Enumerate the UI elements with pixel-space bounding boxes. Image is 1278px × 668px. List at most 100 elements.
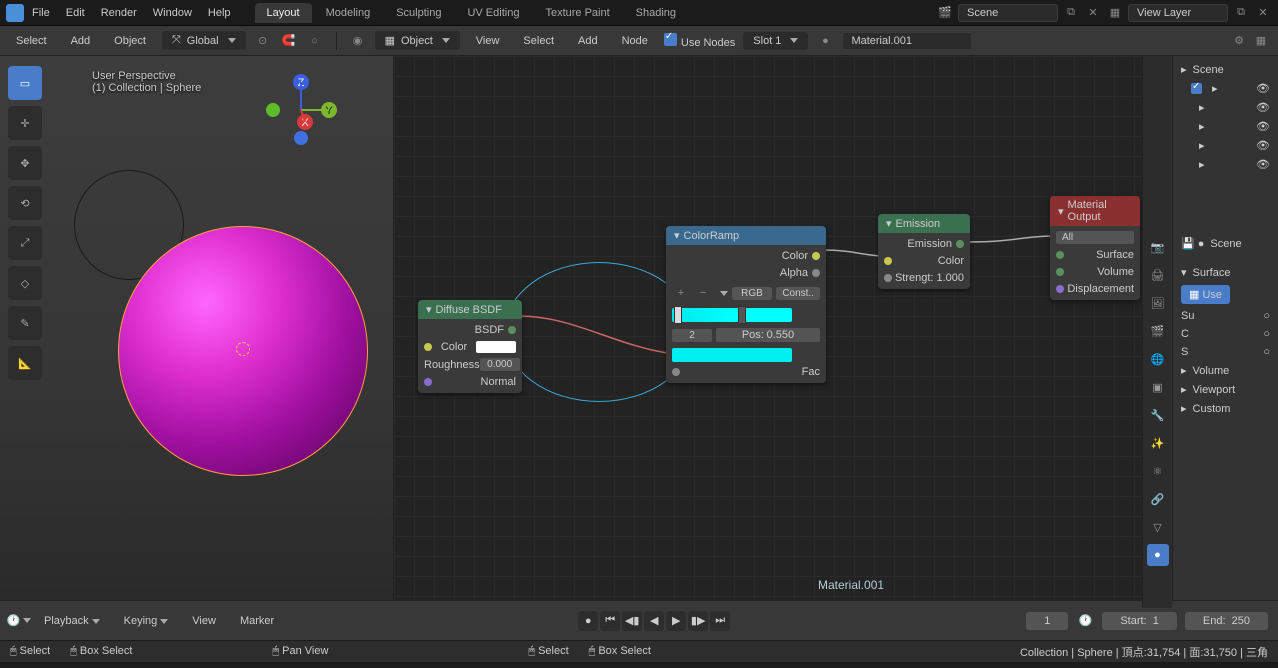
ramp-add-icon[interactable]: + (672, 284, 690, 302)
jump-start-button[interactable]: ⏮ (600, 611, 620, 631)
scale-tool[interactable]: ⤢ (8, 226, 42, 260)
node-material-output[interactable]: ▾Material Output All Surface Volume Disp… (1050, 196, 1140, 300)
props-world-icon[interactable]: 🌐 (1147, 348, 1169, 370)
props-material-icon[interactable]: ● (1147, 544, 1169, 566)
scene-name-field[interactable]: Scene (958, 4, 1058, 22)
playback-menu[interactable]: Playback (36, 612, 108, 630)
tab-sculpting[interactable]: Sculpting (384, 3, 453, 23)
ramp-stop-index[interactable]: 2 (672, 329, 712, 342)
keyframe-prev-button[interactable]: ◀▮ (622, 611, 642, 631)
start-frame-field[interactable]: Start: 1 (1102, 612, 1177, 630)
autokey-button[interactable]: ● (578, 611, 598, 631)
props-scene-icon[interactable]: 🎬 (1147, 320, 1169, 342)
scene-copy-icon[interactable]: ⧉ (1062, 4, 1080, 22)
transform-tool[interactable]: ◇ (8, 266, 42, 300)
props-output-icon[interactable]: 🖨 (1147, 264, 1169, 286)
timeline-editor-icon[interactable]: 🕐 (10, 612, 28, 630)
navigation-gizmo[interactable]: Z Y X (261, 70, 341, 150)
use-nodes-button[interactable]: ▦ Use (1177, 282, 1274, 307)
outliner-scene[interactable]: ▸ Scene (1177, 60, 1274, 79)
ne-node-menu[interactable]: Node (614, 32, 656, 50)
outliner-sub2[interactable]: ▸👁 (1177, 117, 1274, 136)
play-reverse-button[interactable]: ◀ (644, 611, 664, 631)
outliner-sub1[interactable]: ▸👁 (1177, 98, 1274, 117)
proportional-icon[interactable]: ○ (306, 32, 324, 50)
current-frame-field[interactable]: 1 (1026, 612, 1068, 630)
props-s[interactable]: S○ (1177, 343, 1274, 361)
end-frame-field[interactable]: End: 250 (1185, 612, 1268, 630)
snap-icon[interactable]: 🧲 (280, 32, 298, 50)
rotate-tool[interactable]: ⟲ (8, 186, 42, 220)
outliner-item[interactable]: ▸👁 (1177, 79, 1274, 98)
props-data-icon[interactable]: ▽ (1147, 516, 1169, 538)
node-emission[interactable]: ▾Emission Emission Color Strengt:1.000 (878, 214, 970, 289)
add-menu[interactable]: Add (63, 32, 99, 50)
filter-icon[interactable]: ⚙ (1230, 32, 1248, 50)
ne-add-menu[interactable]: Add (570, 32, 606, 50)
tab-texpaint[interactable]: Texture Paint (533, 3, 621, 23)
move-tool[interactable]: ✥ (8, 146, 42, 180)
node-colorramp[interactable]: ▾ColorRamp Color Alpha + − RGB Const.. 2 (666, 226, 826, 383)
outliner-sub4[interactable]: ▸👁 (1177, 155, 1274, 174)
ne-view-menu[interactable]: View (468, 32, 508, 50)
props-custom-header[interactable]: ▸ Custom (1177, 399, 1274, 418)
props-su[interactable]: Su○ (1177, 307, 1274, 325)
ramp-remove-icon[interactable]: − (694, 284, 712, 302)
select-menu[interactable]: Select (8, 32, 55, 50)
tab-layout[interactable]: Layout (255, 3, 312, 23)
tl-view-menu[interactable]: View (184, 612, 224, 630)
tab-shading[interactable]: Shading (624, 3, 688, 23)
props-c[interactable]: C○ (1177, 325, 1274, 343)
props-physics-icon[interactable]: ⚛ (1147, 460, 1169, 482)
props-render-icon[interactable]: 📷 (1147, 236, 1169, 258)
props-scene-row[interactable]: 💾 ● Scene (1177, 234, 1274, 253)
object-menu[interactable]: Object (106, 32, 154, 50)
props-viewport-header[interactable]: ▸ Viewport (1177, 380, 1274, 399)
tab-uv[interactable]: UV Editing (455, 3, 531, 23)
menu-render[interactable]: Render (101, 7, 137, 19)
annotate-tool[interactable]: ✎ (8, 306, 42, 340)
material-name-field[interactable]: Material.001 (842, 32, 972, 50)
props-constraint-icon[interactable]: 🔗 (1147, 488, 1169, 510)
cursor-tool[interactable]: ✛ (8, 106, 42, 140)
color-ramp-gradient[interactable] (672, 308, 792, 322)
use-nodes-checkbox[interactable]: Use Nodes (664, 33, 735, 49)
ne-select-menu[interactable]: Select (515, 32, 562, 50)
jump-end-button[interactable]: ⏭ (710, 611, 730, 631)
ramp-interp[interactable]: Const.. (776, 287, 820, 300)
menu-window[interactable]: Window (153, 7, 192, 19)
output-target[interactable]: All (1056, 231, 1134, 244)
shader-mode-dropdown[interactable]: ▦Object (375, 31, 460, 50)
keying-menu[interactable]: Keying (116, 612, 177, 630)
shader-editor-icon[interactable]: ◉ (349, 32, 367, 50)
menu-file[interactable]: File (32, 7, 50, 19)
menu-edit[interactable]: Edit (66, 7, 85, 19)
ramp-color-preview[interactable] (672, 348, 792, 362)
slot-dropdown[interactable]: Slot 1 (743, 32, 808, 50)
viewlayer-copy-icon[interactable]: ⧉ (1232, 4, 1250, 22)
viewlayer-field[interactable]: View Layer (1128, 4, 1228, 22)
pivot-icon[interactable]: ⊙ (254, 32, 272, 50)
material-ball-icon[interactable]: ● (816, 32, 834, 50)
ramp-pos-field[interactable]: Pos: 0.550 (716, 328, 820, 342)
marker-menu[interactable]: Marker (232, 612, 282, 630)
measure-tool[interactable]: 📐 (8, 346, 42, 380)
ramp-mode[interactable]: RGB (732, 287, 772, 300)
props-modifier-icon[interactable]: 🔧 (1147, 404, 1169, 426)
node-diffuse-bsdf[interactable]: ▾Diffuse BSDF BSDF Color Roughness0.000 … (418, 300, 522, 393)
overlay-icon[interactable]: ▦ (1252, 32, 1270, 50)
orientation-dropdown[interactable]: ⤧Global (162, 31, 246, 50)
menu-help[interactable]: Help (208, 7, 231, 19)
3d-viewport[interactable]: ▭ ✛ ✥ ⟲ ⤢ ◇ ✎ 📐 User Perspective (1) Col… (0, 56, 394, 600)
select-box-tool[interactable]: ▭ (8, 66, 42, 100)
viewlayer-close-icon[interactable]: ✕ (1254, 4, 1272, 22)
shader-node-editor[interactable]: ▾Diffuse BSDF BSDF Color Roughness0.000 … (394, 56, 1172, 600)
props-surface-header[interactable]: ▾ Surface (1177, 263, 1274, 282)
outliner-sub3[interactable]: ▸👁 (1177, 136, 1274, 155)
props-object-icon[interactable]: ▣ (1147, 376, 1169, 398)
props-volume-header[interactable]: ▸ Volume (1177, 361, 1274, 380)
props-particle-icon[interactable]: ✨ (1147, 432, 1169, 454)
play-button[interactable]: ▶ (666, 611, 686, 631)
keyframe-next-button[interactable]: ▮▶ (688, 611, 708, 631)
scene-close-icon[interactable]: ✕ (1084, 4, 1102, 22)
